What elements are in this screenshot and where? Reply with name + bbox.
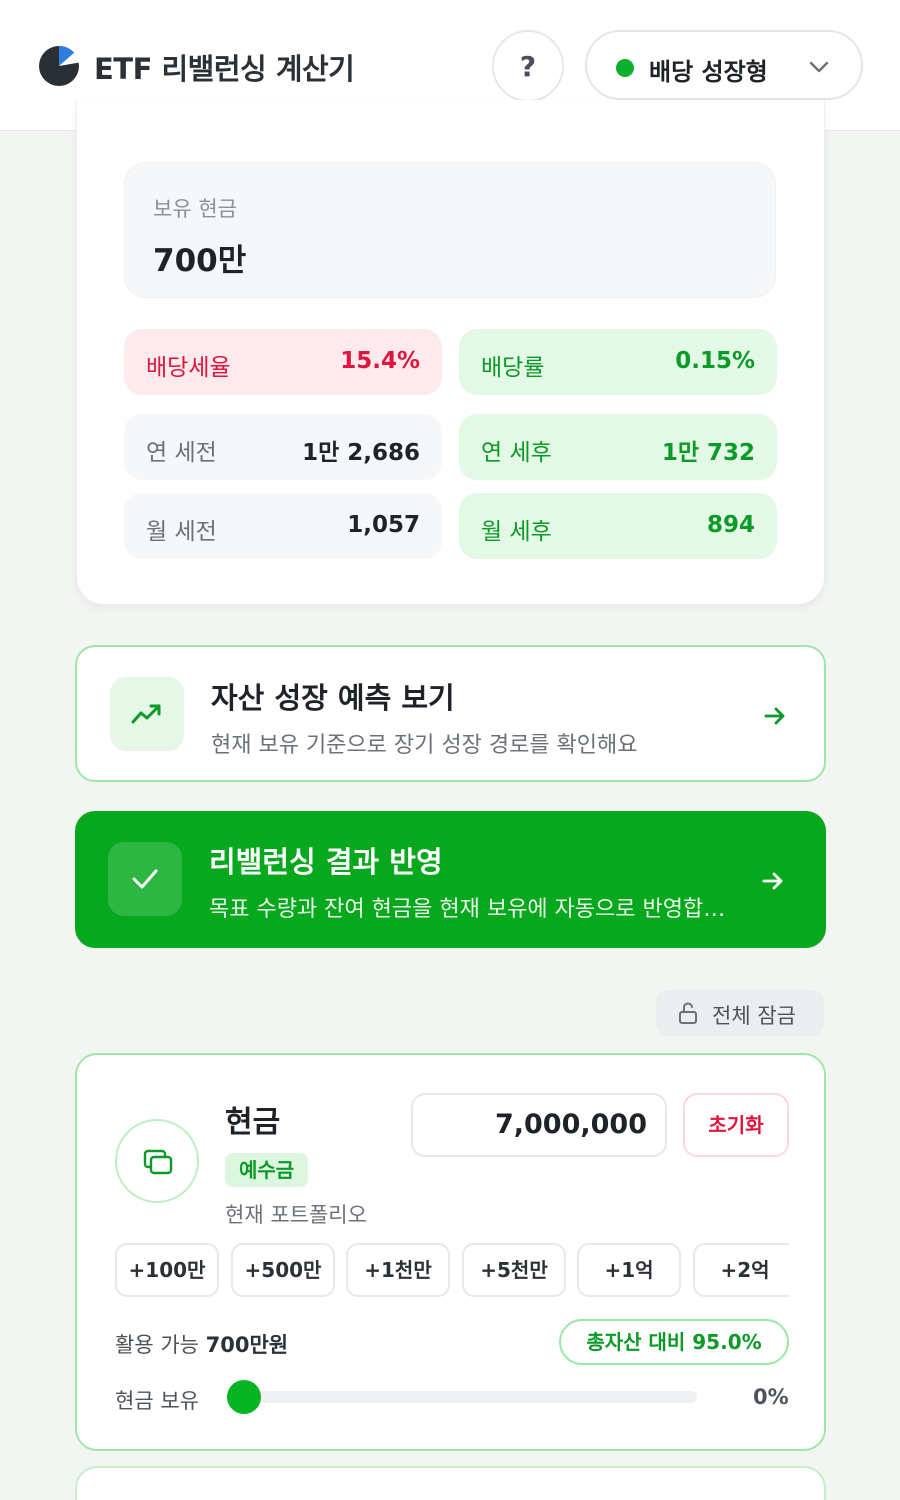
annual-pretax-stat: 연 세전 1만 2,686	[124, 414, 442, 480]
yield-stat: 배당률 0.15%	[459, 329, 777, 395]
preset-label: 배당 성장형	[649, 58, 768, 86]
apply-title: 리밸런싱 결과 반영	[209, 845, 443, 879]
stat-label: 배당세율	[146, 355, 231, 381]
unlock-icon	[679, 1002, 697, 1024]
arrow-right-icon	[762, 872, 783, 890]
next-asset-card	[75, 1466, 826, 1500]
preset-selector[interactable]: 배당 성장형	[585, 30, 863, 100]
stat-value: 15.4%	[340, 348, 420, 374]
cash-icon-circle	[115, 1119, 199, 1203]
asset-ratio-badge: 총자산 대비 95.0%	[559, 1319, 789, 1365]
cash-value: 700만	[153, 243, 247, 279]
stat-label: 연 세전	[146, 440, 217, 466]
growth-title: 자산 성장 예측 보기	[211, 681, 455, 715]
stat-label: 배당률	[481, 355, 545, 381]
cash-amount-input[interactable]: 7,000,000	[411, 1093, 667, 1157]
chip-add-5000[interactable]: +5천만	[462, 1243, 566, 1297]
apply-subtitle: 목표 수량과 잔여 현금을 현재 보유에 자동으로 반영합니다	[209, 897, 729, 922]
cash-label: 보유 현금	[153, 197, 237, 221]
help-button[interactable]: ?	[492, 30, 564, 102]
growth-forecast-button[interactable]: 자산 성장 예측 보기 현재 보유 기준으로 장기 성장 경로를 확인해요	[75, 645, 826, 782]
growth-subtitle: 현재 보유 기준으로 장기 성장 경로를 확인해요	[211, 733, 638, 758]
reset-button[interactable]: 초기화	[683, 1093, 789, 1157]
stat-label: 월 세전	[146, 519, 217, 545]
quick-add-chips: +100만 +500만 +1천만 +5천만 +1억 +2억	[115, 1243, 789, 1299]
chip-add-100[interactable]: +100만	[115, 1243, 219, 1297]
hold-percent: 0%	[753, 1385, 789, 1409]
lock-all-label: 전체 잠금	[712, 1004, 796, 1028]
trending-up-icon	[131, 704, 161, 724]
cash-summary-box: 보유 현금 700만	[124, 162, 776, 298]
monthly-posttax-stat: 월 세후 894	[459, 493, 777, 559]
tax-rate-stat: 배당세율 15.4%	[124, 329, 442, 395]
available-value: 700만원	[205, 1333, 289, 1357]
app-title: ETF 리밸런싱 계산기	[94, 52, 355, 86]
check-icon	[132, 869, 158, 889]
monthly-pretax-stat: 월 세전 1,057	[124, 493, 442, 559]
apply-rebalance-button[interactable]: 리밸런싱 결과 반영 목표 수량과 잔여 현금을 현재 보유에 자동으로 반영합…	[75, 811, 826, 948]
arrow-right-icon	[764, 707, 785, 725]
asset-description: 현재 포트폴리오	[225, 1203, 367, 1227]
status-dot-icon	[616, 59, 634, 77]
available-prefix: 활용 가능	[115, 1333, 206, 1357]
asset-name: 현금	[225, 1105, 281, 1140]
stat-value: 1만 2,686	[302, 440, 420, 466]
stat-label: 연 세후	[481, 440, 552, 466]
cash-asset-card: 현금 예수금 현재 포트폴리오 7,000,000 초기화 +100만 +500…	[75, 1053, 826, 1451]
stat-value: 894	[706, 512, 755, 538]
annual-posttax-stat: 연 세후 1만 732	[459, 414, 777, 480]
stat-value: 0.15%	[675, 348, 755, 374]
hold-slider-handle[interactable]	[227, 1380, 261, 1414]
stat-value: 1만 732	[661, 440, 755, 466]
stat-value: 1,057	[347, 512, 420, 538]
chip-add-1000[interactable]: +1천만	[346, 1243, 450, 1297]
available-amount: 활용 가능 700만원	[115, 1329, 288, 1359]
cash-stack-icon	[143, 1149, 173, 1175]
lock-all-button[interactable]: 전체 잠금	[656, 990, 824, 1036]
chip-add-500[interactable]: +500만	[231, 1243, 335, 1297]
chevron-down-icon	[809, 61, 829, 73]
chip-add-1eok[interactable]: +1억	[577, 1243, 681, 1297]
growth-icon-box	[110, 677, 184, 751]
apply-icon-box	[108, 842, 182, 916]
asset-tag: 예수금	[225, 1153, 309, 1187]
stat-label: 월 세후	[481, 519, 552, 545]
hold-slider-track[interactable]	[245, 1391, 697, 1403]
app-logo-icon	[39, 45, 82, 86]
hold-label: 현금 보유	[115, 1389, 199, 1413]
chip-add-2eok[interactable]: +2억	[693, 1243, 789, 1297]
